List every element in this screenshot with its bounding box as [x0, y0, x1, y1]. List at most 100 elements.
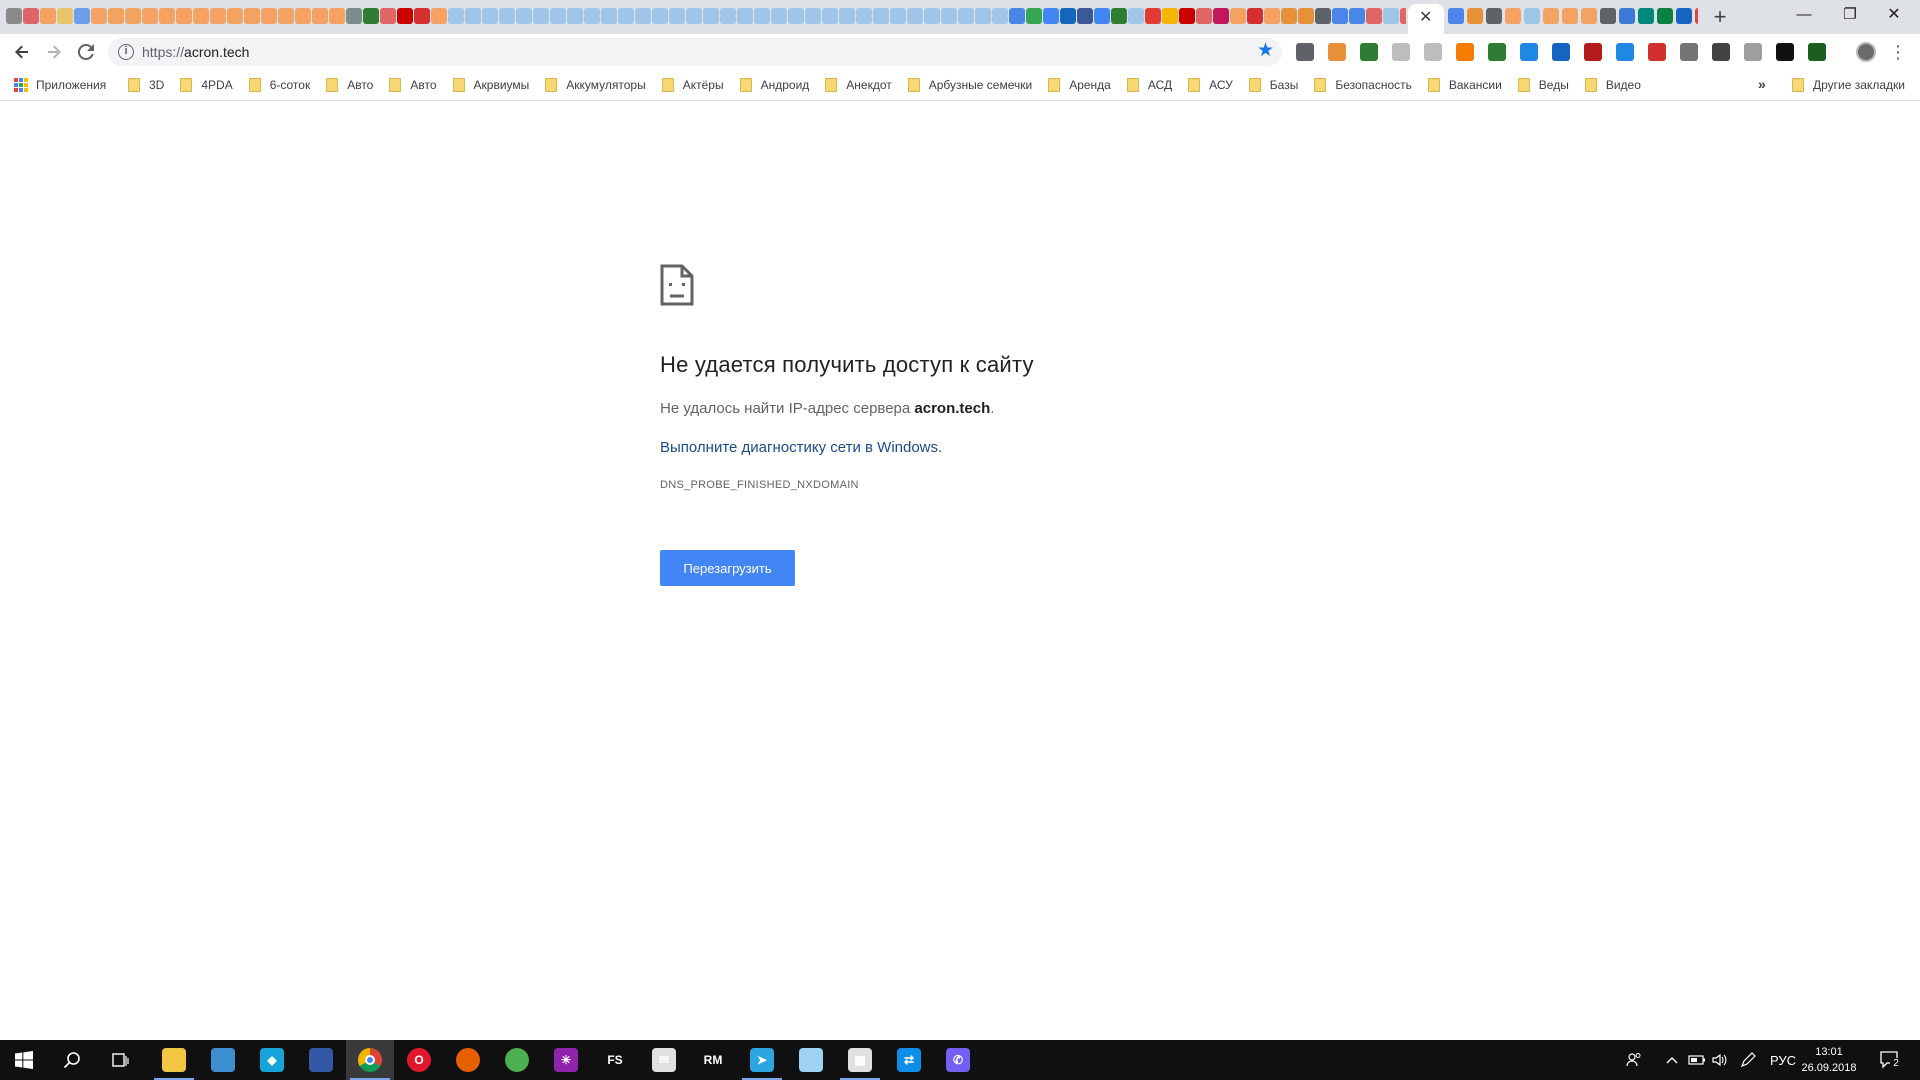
taskbar-app-firefox[interactable]: [444, 1040, 492, 1080]
close-window-button[interactable]: ✕: [1866, 0, 1920, 30]
reload-page-button[interactable]: Перезагрузить: [660, 550, 795, 586]
tab-favicon-icon[interactable]: [1505, 8, 1521, 24]
tab-favicon-icon[interactable]: [1179, 8, 1195, 24]
bookmark-folder[interactable]: Базы: [1248, 78, 1298, 92]
tab-favicon-icon[interactable]: [227, 8, 243, 24]
tab-favicon-icon[interactable]: [1298, 8, 1314, 24]
tab-favicon-icon[interactable]: [873, 8, 889, 24]
tab-favicon-icon[interactable]: [1524, 8, 1540, 24]
tab-favicon-icon[interactable]: [499, 8, 515, 24]
tab-favicon-icon[interactable]: [1383, 8, 1399, 24]
tab-favicon-icon[interactable]: [601, 8, 617, 24]
tab-favicon-icon[interactable]: [1145, 8, 1161, 24]
taskbar-app-settings-panel[interactable]: [199, 1040, 247, 1080]
tab-favicon-icon[interactable]: [1486, 8, 1502, 24]
tab-close-icon[interactable]: ✕: [1419, 10, 1432, 26]
bookmark-folder[interactable]: Веды: [1517, 78, 1569, 92]
back-button[interactable]: [10, 40, 34, 64]
extension-icon[interactable]: [1360, 43, 1378, 61]
tab-favicon-icon[interactable]: [890, 8, 906, 24]
taskbar-app-telegram[interactable]: ➤: [738, 1040, 786, 1080]
tab-favicon-icon[interactable]: [533, 8, 549, 24]
tab-favicon-icon[interactable]: [1349, 8, 1365, 24]
tab-favicon-icon[interactable]: [1600, 8, 1616, 24]
taskbar-app-viber[interactable]: ✆: [934, 1040, 982, 1080]
tab-favicon-icon[interactable]: [839, 8, 855, 24]
pen-ink-icon[interactable]: [1740, 1040, 1756, 1080]
tab-favicon-icon[interactable]: [788, 8, 804, 24]
bookmark-folder[interactable]: Анекдот: [825, 78, 892, 92]
bookmark-folder[interactable]: Акрвиумы: [452, 78, 529, 92]
extension-icon[interactable]: [1584, 43, 1602, 61]
tab-favicon-icon[interactable]: [142, 8, 158, 24]
tab-favicon-icon[interactable]: [465, 8, 481, 24]
tab-favicon-icon[interactable]: [1400, 8, 1406, 24]
tab-favicon-icon[interactable]: [703, 8, 719, 24]
tab-favicon-icon[interactable]: [261, 8, 277, 24]
tab-favicon-icon[interactable]: [363, 8, 379, 24]
tab-favicon-icon[interactable]: [414, 8, 430, 24]
extension-icon[interactable]: [1776, 43, 1794, 61]
bookmark-folder[interactable]: АСУ: [1188, 78, 1233, 92]
tab-favicon-icon[interactable]: [1562, 8, 1578, 24]
tab-favicon-icon[interactable]: [1247, 8, 1263, 24]
tab-favicon-icon[interactable]: [397, 8, 413, 24]
extension-icon[interactable]: [1488, 43, 1506, 61]
start-button[interactable]: [0, 1040, 48, 1080]
tab-favicon-icon[interactable]: [652, 8, 668, 24]
tab-favicon-icon[interactable]: [618, 8, 634, 24]
bookmark-folder[interactable]: Аренда: [1048, 78, 1111, 92]
tab-favicon-icon[interactable]: [1581, 8, 1597, 24]
tab-favicon-icon[interactable]: [1230, 8, 1246, 24]
tab-favicon-icon[interactable]: [1543, 8, 1559, 24]
taskbar-app-fs[interactable]: FS: [591, 1040, 639, 1080]
tab-favicon-icon[interactable]: [295, 8, 311, 24]
tab-favicon-icon[interactable]: [516, 8, 532, 24]
url-text[interactable]: https://acron.tech: [142, 44, 249, 60]
tab-favicon-icon[interactable]: [1043, 8, 1059, 24]
search-button[interactable]: [48, 1040, 96, 1080]
tab-favicon-icon[interactable]: [754, 8, 770, 24]
forward-button[interactable]: [42, 40, 66, 64]
tab-favicon-icon[interactable]: [1676, 8, 1692, 24]
tab-favicon-icon[interactable]: [40, 8, 56, 24]
tab-favicon-icon[interactable]: [329, 8, 345, 24]
taskbar-app-pinwheel[interactable]: ✳: [542, 1040, 590, 1080]
tab-favicon-icon[interactable]: [635, 8, 651, 24]
taskbar-app-mail[interactable]: ✉: [640, 1040, 688, 1080]
taskbar-app-calculator[interactable]: ▦: [836, 1040, 884, 1080]
tray-expand-icon[interactable]: [1666, 1040, 1678, 1080]
bookmark-folder[interactable]: Арбузные семечки: [907, 78, 1032, 92]
tab-favicon-icon[interactable]: [1196, 8, 1212, 24]
tab-favicon-icon[interactable]: [1128, 8, 1144, 24]
taskbar-app-notepad[interactable]: [787, 1040, 835, 1080]
bookmark-star-icon[interactable]: ★: [1257, 41, 1274, 61]
extension-icon[interactable]: [1616, 43, 1634, 61]
taskbar-app-kodi[interactable]: ◆: [248, 1040, 296, 1080]
tab-favicon-icon[interactable]: [346, 8, 362, 24]
tab-favicon-icon[interactable]: [1264, 8, 1280, 24]
bookmark-folder[interactable]: 4PDA: [180, 78, 233, 92]
tab-favicon-icon[interactable]: [1695, 8, 1698, 24]
tab-favicon-icon[interactable]: [176, 8, 192, 24]
reload-button[interactable]: [74, 40, 98, 64]
bookmark-folder[interactable]: 3D: [128, 78, 164, 92]
tab-favicon-icon[interactable]: [1281, 8, 1297, 24]
tab-favicon-icon[interactable]: [567, 8, 583, 24]
tab-favicon-icon[interactable]: [737, 8, 753, 24]
tab-favicon-icon[interactable]: [907, 8, 923, 24]
tab-favicon-icon[interactable]: [924, 8, 940, 24]
tab-favicon-icon[interactable]: [1366, 8, 1382, 24]
extension-icon[interactable]: [1296, 43, 1314, 61]
volume-icon[interactable]: [1712, 1040, 1728, 1080]
extension-icon[interactable]: [1552, 43, 1570, 61]
tab-favicon-icon[interactable]: [1094, 8, 1110, 24]
tab-favicon-icon[interactable]: [193, 8, 209, 24]
tab-favicon-icon[interactable]: [584, 8, 600, 24]
tab-favicon-icon[interactable]: [822, 8, 838, 24]
tab-favicon-icon[interactable]: [1315, 8, 1331, 24]
tab-favicon-icon[interactable]: [125, 8, 141, 24]
tab-favicon-icon[interactable]: [669, 8, 685, 24]
bookmark-folder[interactable]: Актёры: [661, 78, 724, 92]
tab-favicon-icon[interactable]: [108, 8, 124, 24]
